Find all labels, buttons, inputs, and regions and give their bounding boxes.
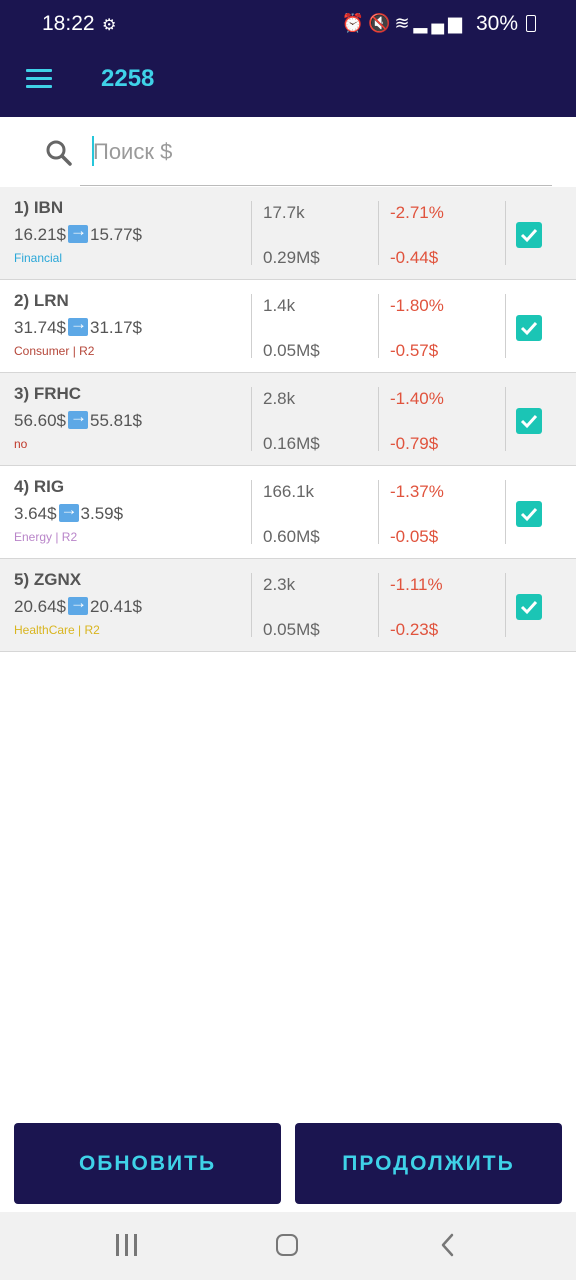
select-checkbox[interactable] <box>516 315 542 341</box>
change-percent: -1.11% <box>390 575 443 594</box>
search-icon <box>46 140 72 166</box>
back-icon[interactable] <box>438 1232 458 1258</box>
status-icons: ⏰🔇≋▂▄▆ <box>342 13 466 34</box>
cap-value: 0.16M$ <box>263 434 320 453</box>
text-cursor <box>92 136 94 166</box>
change-usd: -0.79$ <box>390 434 439 453</box>
app-bar: 2258 <box>0 48 576 117</box>
column-divider <box>378 573 379 637</box>
search-underline <box>80 185 552 186</box>
menu-icon[interactable] <box>26 69 52 89</box>
price-change: 16.21$ 15.77$ <box>14 221 142 245</box>
price-from: 56.60$ <box>14 411 66 430</box>
change-percent: -2.71% <box>390 203 444 222</box>
sector-label: no <box>14 437 28 451</box>
ticker-label: 5) ZGNX <box>14 570 82 589</box>
status-time: 18:22 <box>42 12 95 35</box>
cap-value: 0.29M$ <box>263 248 320 267</box>
column-divider <box>505 201 506 265</box>
ticker-label: 1) IBN <box>14 198 64 217</box>
price-from: 31.74$ <box>14 318 66 337</box>
price-from: 16.21$ <box>14 225 66 244</box>
list-item[interactable]: 5) ZGNX 20.64$ 20.41$ HealthCare | R2 2.3k 0.… <box>0 559 576 652</box>
search-input[interactable] <box>80 130 563 174</box>
right-arrow-icon <box>68 593 88 615</box>
price-to: 3.59$ <box>80 504 124 523</box>
change-usd: -0.57$ <box>390 341 439 360</box>
ticker-label: 4) RIG <box>14 477 65 496</box>
price-change: 20.64$ 20.41$ <box>14 593 142 617</box>
column-divider <box>378 480 379 544</box>
price-to: 55.81$ <box>90 411 142 430</box>
price-to: 15.77$ <box>90 225 142 244</box>
list-item[interactable]: 2) LRN 31.74$ 31.17$ Consumer | R2 1.4k 0.05M… <box>0 280 576 373</box>
app-title: 2258 <box>101 65 155 92</box>
price-change: 3.64$ 3.59$ <box>14 500 124 524</box>
cap-value: 0.05M$ <box>263 341 320 360</box>
change-usd: -0.44$ <box>390 248 439 267</box>
column-divider <box>378 294 379 358</box>
price-from: 3.64$ <box>14 504 57 523</box>
select-checkbox[interactable] <box>516 408 542 434</box>
right-arrow-icon <box>68 407 88 429</box>
column-divider <box>505 387 506 451</box>
price-to: 20.41$ <box>90 597 142 616</box>
column-divider <box>251 294 252 358</box>
change-percent: -1.40% <box>390 389 444 408</box>
column-divider <box>251 573 252 637</box>
list-item[interactable]: 1) IBN 16.21$ 15.77$ Financial 17.7k 0.29M$ -2… <box>0 187 576 280</box>
ticker-label: 3) FRHC <box>14 384 82 403</box>
price-to: 31.17$ <box>90 318 142 337</box>
right-arrow-icon <box>68 314 88 336</box>
status-bar: 18:22 ⚙ ⏰🔇≋▂▄▆ 30% <box>0 0 576 48</box>
column-divider <box>251 480 252 544</box>
cap-value: 0.05M$ <box>263 620 320 639</box>
right-arrow-icon <box>58 500 79 522</box>
system-nav-bar <box>0 1212 576 1280</box>
sector-label: Consumer | R2 <box>14 344 95 358</box>
volume-value: 1.4k <box>263 296 296 315</box>
column-divider <box>505 480 506 544</box>
continue-button[interactable]: ПРОДОЛЖИТЬ <box>295 1123 562 1204</box>
price-change: 56.60$ 55.81$ <box>14 407 142 431</box>
sector-label: HealthCare | R2 <box>14 623 100 637</box>
ticker-label: 2) LRN <box>14 291 69 310</box>
change-percent: -1.80% <box>390 296 444 315</box>
volume-value: 166.1k <box>263 482 315 501</box>
price-change: 31.74$ 31.17$ <box>14 314 142 338</box>
list-item[interactable]: 3) FRHC 56.60$ 55.81$ no 2.8k 0.16M$ -1.40% -0.… <box>0 373 576 466</box>
mute-icon: 🔇 <box>368 13 395 33</box>
list-item[interactable]: 4) RIG 3.64$ 3.59$Energy | R2 166.1k 0.60M$ -… <box>0 466 576 559</box>
change-usd: -0.05$ <box>390 527 439 546</box>
volume-value: 2.3k <box>263 575 296 594</box>
sector-label: Energy | R2 <box>14 530 78 544</box>
volume-value: 17.7k <box>263 203 305 222</box>
column-divider <box>505 573 506 637</box>
battery-percent: 30% <box>475 12 518 35</box>
home-icon[interactable] <box>276 1234 298 1256</box>
change-usd: -0.23$ <box>390 620 439 639</box>
wifi-icon: ≋ <box>394 13 414 33</box>
volume-value: 2.8k <box>263 389 296 408</box>
select-checkbox[interactable] <box>516 594 542 620</box>
recents-icon[interactable] <box>116 1234 138 1256</box>
column-divider <box>251 387 252 451</box>
stock-list: 1) IBN 16.21$ 15.77$ Financial 17.7k 0.29M$ -2… <box>0 187 576 652</box>
alarm-icon: ⏰ <box>341 13 369 33</box>
signal-icon: ▂▄▆ <box>413 13 466 33</box>
price-from: 20.64$ <box>14 597 66 616</box>
column-divider <box>378 387 379 451</box>
select-checkbox[interactable] <box>516 501 542 527</box>
refresh-button[interactable]: ОБНОВИТЬ <box>14 1123 281 1204</box>
column-divider <box>505 294 506 358</box>
battery-icon <box>526 15 536 32</box>
cap-value: 0.60M$ <box>263 527 320 546</box>
select-checkbox[interactable] <box>516 222 542 248</box>
settings-gear-icon: ⚙ <box>102 17 117 34</box>
sector-label: Financial <box>14 251 63 265</box>
change-percent: -1.37% <box>390 482 444 501</box>
column-divider <box>378 201 379 265</box>
right-arrow-icon <box>68 221 88 243</box>
column-divider <box>251 201 252 265</box>
